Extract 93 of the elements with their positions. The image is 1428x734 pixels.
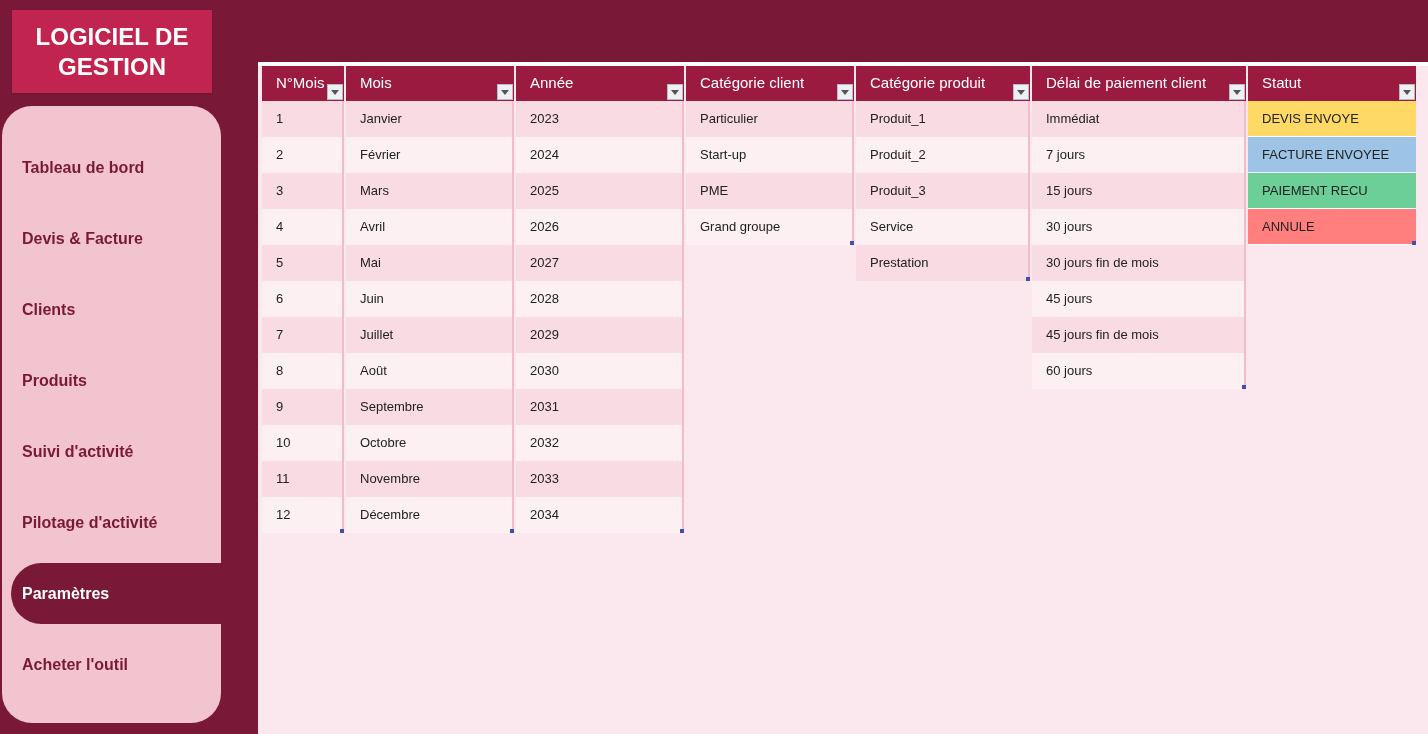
table-cell: 2023	[516, 101, 684, 137]
table-cell: 8	[262, 353, 344, 389]
table-cell: 7 jours	[1032, 137, 1246, 173]
filter-dropdown-button[interactable]	[1229, 84, 1245, 100]
table-cell: Février	[346, 137, 514, 173]
resize-handle-icon[interactable]	[1026, 277, 1030, 281]
column-header: Catégorie produit	[869, 73, 986, 94]
table-cell: 2030	[516, 353, 684, 389]
table-cell: 2034	[516, 497, 684, 533]
table-cell: Immédiat	[1032, 101, 1246, 137]
sidebar-item[interactable]: Pilotage d'activité	[11, 492, 211, 553]
table-cell: Start-up	[686, 137, 854, 173]
table-cell: 2025	[516, 173, 684, 209]
filter-dropdown-button[interactable]	[327, 84, 343, 100]
table-cell: 30 jours fin de mois	[1032, 245, 1246, 281]
column-header: Catégorie client	[699, 73, 805, 94]
sidebar-item[interactable]: Suivi d'activité	[11, 421, 211, 482]
column-header: N°Mois	[275, 73, 325, 94]
table-cell: Particulier	[686, 101, 854, 137]
table-cell: 4	[262, 209, 344, 245]
table-cell: Juin	[346, 281, 514, 317]
table-cell: Septembre	[346, 389, 514, 425]
column-header: Statut	[1261, 73, 1302, 94]
sidebar-item[interactable]: Produits	[11, 350, 211, 411]
table-cell: 45 jours fin de mois	[1032, 317, 1246, 353]
caret-icon	[1017, 89, 1025, 95]
resize-handle-icon[interactable]	[680, 529, 684, 533]
status-cell: ANNULE	[1248, 209, 1416, 245]
table-cell: Novembre	[346, 461, 514, 497]
sidebar-item[interactable]: Acheter l'outil	[11, 634, 211, 695]
table-cell: 11	[262, 461, 344, 497]
table-cell: 2031	[516, 389, 684, 425]
table-cell: 2026	[516, 209, 684, 245]
table-cell: 2027	[516, 245, 684, 281]
sidebar-item[interactable]: Devis & Facture	[11, 208, 211, 269]
caret-icon	[671, 89, 679, 95]
status-cell: DEVIS ENVOYE	[1248, 101, 1416, 137]
table-cell: Produit_2	[856, 137, 1030, 173]
table-cell: 45 jours	[1032, 281, 1246, 317]
filter-dropdown-button[interactable]	[837, 84, 853, 100]
table-cell: Mai	[346, 245, 514, 281]
table-cell: 30 jours	[1032, 209, 1246, 245]
filter-dropdown-button[interactable]	[1013, 84, 1029, 100]
caret-icon	[1403, 89, 1411, 95]
caret-icon	[841, 89, 849, 95]
column-header: Année	[529, 73, 574, 94]
table-cell: Mars	[346, 173, 514, 209]
resize-handle-icon[interactable]	[1412, 241, 1416, 245]
table-cell: 7	[262, 317, 344, 353]
sidebar-item[interactable]: Clients	[11, 279, 211, 340]
sidebar-item[interactable]: Tableau de bord	[11, 137, 211, 198]
caret-icon	[331, 89, 339, 95]
table-cell: 12	[262, 497, 344, 533]
caret-icon	[1233, 89, 1241, 95]
status-cell: PAIEMENT RECU	[1248, 173, 1416, 209]
filter-dropdown-button[interactable]	[1399, 84, 1415, 100]
table-cell: Octobre	[346, 425, 514, 461]
caret-icon	[501, 89, 509, 95]
table-cell: 2032	[516, 425, 684, 461]
table-cell: Service	[856, 209, 1030, 245]
table-cell: Produit_3	[856, 173, 1030, 209]
table-cell: Grand groupe	[686, 209, 854, 245]
filter-dropdown-button[interactable]	[497, 84, 513, 100]
table-cell: 2028	[516, 281, 684, 317]
table-cell: 15 jours	[1032, 173, 1246, 209]
table-cell: 9	[262, 389, 344, 425]
table-cell: 2029	[516, 317, 684, 353]
resize-handle-icon[interactable]	[850, 241, 854, 245]
table-cell: 60 jours	[1032, 353, 1246, 389]
resize-handle-icon[interactable]	[1242, 385, 1246, 389]
column-header: Mois	[359, 73, 392, 94]
table-cell: 2024	[516, 137, 684, 173]
table-cell: PME	[686, 173, 854, 209]
table-cell: Janvier	[346, 101, 514, 137]
table-cell: Avril	[346, 209, 514, 245]
filter-dropdown-button[interactable]	[667, 84, 683, 100]
column-header: Délai de paiement client	[1045, 73, 1207, 94]
table-cell: 1	[262, 101, 344, 137]
table-cell: 3	[262, 173, 344, 209]
table-cell: 2	[262, 137, 344, 173]
table-cell: Décembre	[346, 497, 514, 533]
resize-handle-icon[interactable]	[510, 529, 514, 533]
table-cell: 10	[262, 425, 344, 461]
table-cell: 5	[262, 245, 344, 281]
logo-banner: LOGICIEL DE GESTION	[12, 10, 212, 93]
table-cell: Produit_1	[856, 101, 1030, 137]
table-cell: Juillet	[346, 317, 514, 353]
table-cell: Août	[346, 353, 514, 389]
table-cell: 6	[262, 281, 344, 317]
table-cell: 2033	[516, 461, 684, 497]
status-cell: FACTURE ENVOYEE	[1248, 137, 1416, 173]
table-cell: Prestation	[856, 245, 1030, 281]
resize-handle-icon[interactable]	[340, 529, 344, 533]
